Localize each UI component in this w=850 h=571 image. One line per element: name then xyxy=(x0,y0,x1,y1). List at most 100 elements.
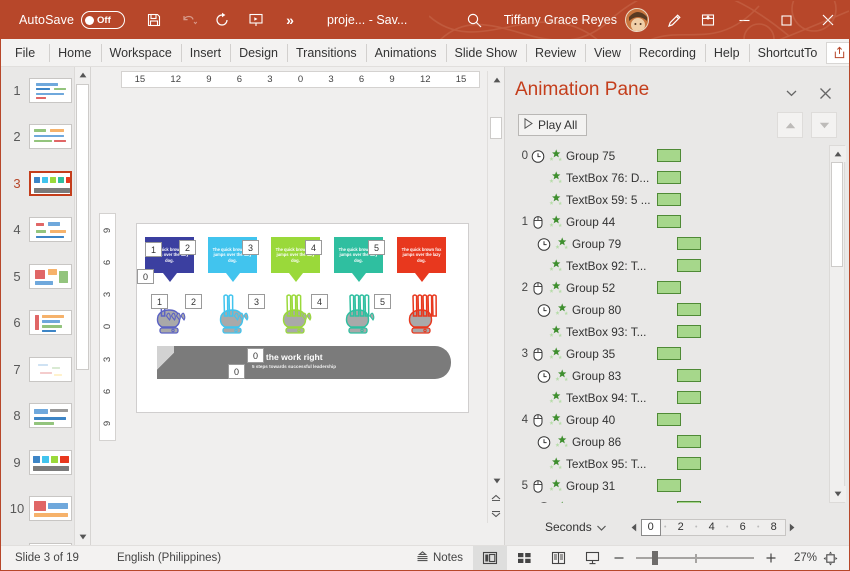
hand-gesture-5[interactable] xyxy=(401,292,450,337)
animation-badge-bubble-2[interactable]: 2 xyxy=(179,240,196,255)
slide-banner[interactable]: Do the work right 5 steps towards succes… xyxy=(157,346,451,379)
reading-view-icon[interactable] xyxy=(541,546,575,571)
animation-list-item[interactable]: 3 Group 35 xyxy=(515,343,825,365)
animation-badge-hand-4[interactable]: 4 xyxy=(311,294,328,309)
tab-slide-show[interactable]: Slide Show xyxy=(445,39,527,67)
seconds-dropdown[interactable]: Seconds xyxy=(545,520,606,534)
scroll-down-icon[interactable] xyxy=(75,529,90,545)
animation-badge-banner-sub[interactable]: 0 xyxy=(228,364,245,379)
avatar[interactable] xyxy=(625,8,649,32)
start-presentation-icon[interactable] xyxy=(241,5,271,35)
animation-list-item[interactable]: TextBox 95: T... xyxy=(515,453,825,475)
animation-list-item[interactable]: Group 80 xyxy=(515,299,825,321)
animation-list[interactable]: 0 Group 75 TextBox 76: D... TextBox 59: 5 .… xyxy=(515,145,825,503)
slide-indicator[interactable]: Slide 3 of 19 xyxy=(15,552,79,564)
scroll-up-icon[interactable] xyxy=(75,67,90,83)
animation-list-scrollbar[interactable] xyxy=(829,145,846,503)
animation-badge-hand-2[interactable]: 2 xyxy=(185,294,202,309)
tab-review[interactable]: Review xyxy=(526,39,585,67)
animation-list-item[interactable]: 4 Group 40 xyxy=(515,409,825,431)
tab-shortcutto[interactable]: ShortcutTo xyxy=(748,39,827,67)
normal-view-icon[interactable] xyxy=(473,545,507,570)
animation-list-item[interactable]: TextBox 59: 5 ... xyxy=(515,189,825,211)
slide-thumbnail-6[interactable]: 6 xyxy=(1,300,74,347)
previous-slide-icon[interactable] xyxy=(487,489,504,506)
slide-thumbnail-2[interactable]: 2 xyxy=(1,114,74,161)
animation-timing-bar[interactable] xyxy=(677,325,701,338)
close-icon[interactable] xyxy=(807,1,849,39)
tab-insert[interactable]: Insert xyxy=(180,39,230,67)
animation-badge-zero[interactable]: 0 xyxy=(137,269,154,284)
ink-pen-icon[interactable] xyxy=(659,5,689,35)
animation-timing-bar[interactable] xyxy=(677,457,701,470)
zoom-knob[interactable] xyxy=(652,551,658,565)
animation-timing-bar[interactable] xyxy=(677,303,701,316)
thumbnail-scroll-thumb[interactable] xyxy=(76,84,89,370)
slide-thumbnail-4[interactable]: 4 xyxy=(1,207,74,254)
slide-thumbnail-7[interactable]: 7 xyxy=(1,346,74,393)
animation-list-item[interactable]: TextBox 94: T... xyxy=(515,387,825,409)
editor-scroll-thumb[interactable] xyxy=(490,117,502,139)
slide-thumbnail-10[interactable]: 10 xyxy=(1,486,74,533)
animation-list-item[interactable]: TextBox 76: D... xyxy=(515,167,825,189)
animation-timing-bar[interactable] xyxy=(677,501,701,503)
animation-badge-bubble-3[interactable]: 3 xyxy=(242,240,259,255)
animation-badge-hand-1[interactable]: 1 xyxy=(151,294,168,309)
animation-timing-bar[interactable] xyxy=(677,369,701,382)
animation-list-item[interactable]: 2 Group 52 xyxy=(515,277,825,299)
thumbnail-scrollbar[interactable] xyxy=(74,67,90,545)
zoom-level[interactable]: 27% xyxy=(781,552,817,564)
tab-design[interactable]: Design xyxy=(230,39,287,67)
animation-list-item[interactable]: 5 Group 31 xyxy=(515,475,825,497)
animation-badge-hand-5[interactable]: 5 xyxy=(374,294,391,309)
animation-list-item[interactable]: Group 86 xyxy=(515,431,825,453)
language-indicator[interactable]: English (Philippines) xyxy=(117,552,221,564)
animation-timing-bar[interactable] xyxy=(677,391,701,404)
speech-bubble-5[interactable]: The quick brown fox jumps over the lazy … xyxy=(397,237,446,282)
animation-list-item[interactable]: TextBox 93: T... xyxy=(515,321,825,343)
close-icon[interactable] xyxy=(813,82,837,104)
animation-badge-hand-3[interactable]: 3 xyxy=(248,294,265,309)
slide-canvas[interactable]: 1 0 1 The quick brown fox jumps over the… xyxy=(136,223,469,413)
slide-thumbnail-5[interactable]: 5 xyxy=(1,253,74,300)
tab-file[interactable]: File xyxy=(1,39,49,67)
tab-view[interactable]: View xyxy=(585,39,630,67)
editor-scroll-down-icon[interactable] xyxy=(488,472,505,489)
chevron-down-icon[interactable] xyxy=(779,82,803,104)
next-slide-icon[interactable] xyxy=(487,506,504,523)
autosave-toggle[interactable]: Off xyxy=(81,11,126,29)
animation-timing-bar[interactable] xyxy=(657,281,681,294)
ribbon-display-options-icon[interactable] xyxy=(693,5,723,35)
timeline-scale[interactable]: 0 • 2 • 4 • 6 • 8 xyxy=(628,518,799,536)
slide-thumbnail-11[interactable]: 11 xyxy=(1,532,74,545)
animation-timing-bar[interactable] xyxy=(677,435,701,448)
animation-list-item[interactable]: TextBox 92: T... xyxy=(515,255,825,277)
tab-workspace[interactable]: Workspace xyxy=(100,39,181,67)
move-up-icon[interactable] xyxy=(777,112,803,138)
undo-icon[interactable] xyxy=(173,5,203,35)
animation-timing-bar[interactable] xyxy=(657,149,681,162)
animation-scroll-thumb[interactable] xyxy=(831,162,843,267)
animation-badge-bubble-5[interactable]: 5 xyxy=(368,240,385,255)
zoom-in-icon[interactable] xyxy=(761,546,781,571)
animation-badge-bubble-1[interactable]: 1 xyxy=(145,242,162,257)
animation-timing-bar[interactable] xyxy=(657,479,681,492)
tab-transitions[interactable]: Transitions xyxy=(286,39,366,67)
share-icon[interactable] xyxy=(826,41,849,64)
play-all-button[interactable]: Play All xyxy=(518,114,588,136)
slide-thumbnail-8[interactable]: 8 xyxy=(1,393,74,440)
animation-timing-bar[interactable] xyxy=(677,237,701,250)
tab-recording[interactable]: Recording xyxy=(629,39,705,67)
animation-timing-bar[interactable] xyxy=(657,193,681,206)
search-icon[interactable] xyxy=(460,5,490,35)
scroll-right-icon[interactable] xyxy=(786,523,799,532)
slide-thumbnail-list[interactable]: 123456789101112131415 xyxy=(1,67,74,545)
animation-timing-bar[interactable] xyxy=(657,171,681,184)
slide-thumbnail-9[interactable]: 9 xyxy=(1,439,74,486)
animation-list-item[interactable]: Group 79 xyxy=(515,233,825,255)
notes-button[interactable]: Notes xyxy=(406,551,473,565)
slide-thumbnail-1[interactable]: 1 xyxy=(1,67,74,114)
tab-home[interactable]: Home xyxy=(49,39,100,67)
minimize-icon[interactable] xyxy=(723,1,765,39)
animation-scroll-up-icon[interactable] xyxy=(830,146,846,162)
